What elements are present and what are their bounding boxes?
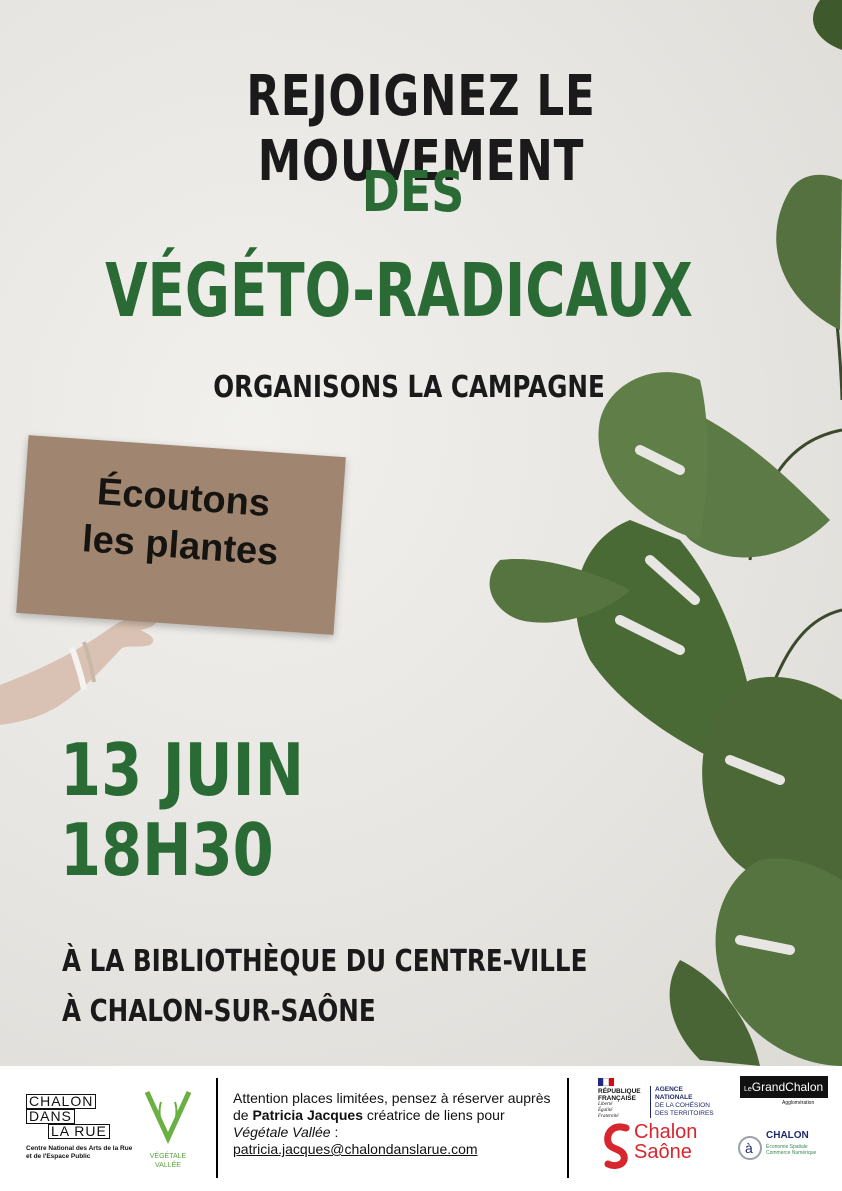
headline-subtitle: ORGANISONS LA CAMPAGNE bbox=[213, 370, 605, 405]
cs-line-2: Saône bbox=[634, 1141, 692, 1163]
poster: REJOIGNEZ LE MOUVEMENT DES VÉGÉTO-RADICA… bbox=[0, 0, 842, 1066]
brand-name: Végétale Vallée bbox=[233, 1124, 331, 1140]
gc-name: GrandChalon bbox=[751, 1080, 824, 1094]
vegetale-logo-line-1: VÉGÉTALE bbox=[149, 1153, 187, 1160]
a-chalon-sub-2: Commerce Numérique bbox=[766, 1150, 817, 1156]
anct-line-4: DES TERRITOIRES bbox=[655, 1110, 714, 1117]
gc-prefix: Le bbox=[744, 1086, 752, 1093]
a-chalon-icon: à bbox=[738, 1136, 762, 1160]
a-chalon-logo: à CHALON Économie Spatiale Commerce Numé… bbox=[736, 1126, 832, 1170]
anct-logo: AGENCE NATIONALE DE LA COHÉSION DES TERR… bbox=[650, 1086, 714, 1118]
gc-subtitle: Agglomération bbox=[782, 1100, 815, 1106]
footer: CHALON DANS LA RUE Centre National des A… bbox=[0, 1066, 842, 1191]
event-time: 18H30 bbox=[60, 808, 274, 892]
chalon-logo-line-3: LA RUE bbox=[48, 1124, 110, 1139]
chalon-logo-line-2: DANS bbox=[26, 1109, 75, 1124]
cs-line-1: Chalon bbox=[634, 1121, 698, 1143]
divider-right bbox=[567, 1078, 569, 1178]
reservation-info: Attention places limitées, pensez à rése… bbox=[233, 1090, 563, 1158]
grand-chalon-logo: LeGrandChalon bbox=[740, 1076, 828, 1098]
contact-name: Patricia Jacques bbox=[252, 1107, 363, 1123]
vegetale-vallee-icon bbox=[144, 1090, 192, 1145]
french-flag-icon bbox=[598, 1078, 615, 1086]
anct-line-3: DE LA COHÉSION bbox=[655, 1102, 710, 1109]
cardboard-sign: Écoutons les plantes bbox=[16, 435, 346, 635]
headline-line-3: VÉGÉTO-RADICAUX bbox=[105, 248, 693, 334]
event-date: 13 JUIN bbox=[60, 728, 305, 812]
chalon-logo-line-1: CHALON bbox=[26, 1094, 97, 1109]
vegetale-logo-line-2: VALLÉE bbox=[155, 1162, 181, 1169]
chalon-sur-saone-icon bbox=[604, 1123, 630, 1170]
a-chalon-name: CHALON bbox=[766, 1130, 809, 1141]
vegetale-vallee-logo: VÉGÉTALE VALLÉE bbox=[138, 1088, 198, 1170]
event-venue-line-1: À LA BIBLIOTHÈQUE DU CENTRE-VILLE bbox=[62, 944, 588, 979]
info-text-2: créatrice de liens pour bbox=[362, 1107, 505, 1123]
event-venue-line-2: À CHALON-SUR-SAÔNE bbox=[62, 994, 376, 1029]
divider-left bbox=[216, 1078, 218, 1178]
anct-line-1: AGENCE bbox=[655, 1086, 683, 1093]
anct-line-2: NATIONALE bbox=[655, 1094, 693, 1101]
info-text-3: : bbox=[330, 1124, 339, 1140]
headline-line-2: DES bbox=[361, 160, 465, 225]
chalon-sur-saone-logo: Chalon Saône bbox=[604, 1122, 714, 1174]
contact-email-link[interactable]: patricia.jacques@chalondanslarue.com bbox=[233, 1141, 478, 1157]
svg-text:à: à bbox=[745, 1140, 753, 1156]
